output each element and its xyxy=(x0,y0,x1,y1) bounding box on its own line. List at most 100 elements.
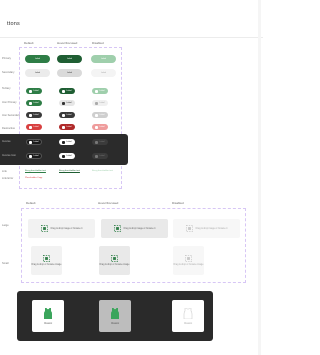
tank-top-icon xyxy=(111,307,119,319)
image-upload-icon xyxy=(113,225,121,232)
row-label-destructive: Destructive xyxy=(2,127,15,130)
plus-icon xyxy=(95,101,99,105)
link-hover[interactable]: Busy placeholder text xyxy=(59,170,80,172)
destructive-button-default[interactable]: Label xyxy=(26,124,42,130)
upload-card-small-hover[interactable]: Drag & drop or browse image xyxy=(99,246,130,275)
upload-small-text: Drag & drop or browse image xyxy=(173,263,204,266)
plus-icon xyxy=(62,113,66,117)
upload-header-disabled: Disabled xyxy=(172,201,184,205)
column-header-hover: Hover/Focused xyxy=(57,41,78,45)
inverse-icon-button-hover[interactable]: Label xyxy=(59,153,75,159)
button-label: Label xyxy=(66,114,72,116)
tank-top-icon xyxy=(183,307,193,319)
image-upload-icon xyxy=(185,225,193,232)
row-label-link-error: Link Error xyxy=(2,177,14,180)
icon-secondary-button-disabled: Label xyxy=(92,100,108,106)
icon-secondary-button-hover[interactable]: Label xyxy=(59,100,75,106)
button-label: Label xyxy=(99,126,105,128)
tile-disabled: Classic xyxy=(172,300,204,332)
tile-label: Classic xyxy=(110,321,120,325)
image-upload-icon xyxy=(185,255,192,263)
inverse-icon-button-default[interactable]: Label xyxy=(26,153,42,159)
inverse-icon-button-disabled: Label xyxy=(92,153,108,159)
icon-tertiary-button-hover[interactable]: Label xyxy=(59,112,75,118)
icon-primary-button-default[interactable]: Label xyxy=(26,88,42,94)
destructive-button-hover[interactable]: Label xyxy=(59,124,75,130)
plus-icon xyxy=(62,154,66,158)
button-label: Label xyxy=(66,126,72,128)
tile-default[interactable]: Classic xyxy=(32,300,64,332)
upload-header-default: Default xyxy=(26,201,36,205)
row-label-icon-primary: Icon Primary xyxy=(2,101,17,104)
primary-button-disabled: Label xyxy=(91,55,116,63)
tile-label: Classic xyxy=(43,321,53,325)
row-label-primary: Primary xyxy=(2,57,11,60)
icon-primary-button-hover[interactable]: Label xyxy=(59,88,75,94)
link-disabled: Busy placeholder text xyxy=(92,170,113,172)
upload-small-text: Drag & drop or browse image xyxy=(31,263,62,266)
primary-button-default[interactable]: Label xyxy=(25,55,50,63)
trash-icon xyxy=(29,125,33,129)
plus-icon xyxy=(29,89,33,93)
primary-button-hover[interactable]: Label xyxy=(57,55,82,63)
upload-card-large-hover[interactable]: Drag & drop image or browse it xyxy=(101,219,168,238)
plus-icon xyxy=(95,113,99,117)
icon-tertiary-button-disabled: Label xyxy=(92,112,108,118)
row-label-icon-secondary: Icon Secondary xyxy=(2,114,21,117)
trash-icon xyxy=(62,125,66,129)
icon-secondary-button-default[interactable]: Label xyxy=(26,100,42,106)
plus-icon xyxy=(62,140,66,144)
image-upload-icon xyxy=(43,255,50,263)
icon-tertiary-button-default[interactable]: Label xyxy=(26,112,42,118)
secondary-button-hover[interactable]: Label xyxy=(57,69,82,77)
plus-icon xyxy=(29,140,33,144)
secondary-button-disabled: Label xyxy=(91,69,116,77)
button-label: Label xyxy=(99,155,105,157)
upload-small-text: Drag & drop or browse image xyxy=(99,263,130,266)
upload-card-small-disabled: Drag & drop or browse image xyxy=(173,246,204,275)
upload-row-large: Large xyxy=(2,224,9,227)
button-label: Label xyxy=(99,141,105,143)
link-default[interactable]: Busy placeholder text xyxy=(25,170,46,172)
button-label: Label xyxy=(99,114,105,116)
tile-label: Classic xyxy=(183,321,193,325)
row-label-tertiary: Tertiary xyxy=(2,87,11,90)
upload-header-hover: Hover/Focused xyxy=(98,201,119,205)
upload-card-large-default[interactable]: Drag & drop image or browse it xyxy=(28,219,95,238)
button-label: Label xyxy=(33,90,39,92)
link-error[interactable]: Placeholder Copy xyxy=(25,177,42,179)
secondary-button-default[interactable]: Label xyxy=(25,69,50,77)
icon-primary-button-disabled: Label xyxy=(92,88,108,94)
upload-card-small-default[interactable]: Drag & drop or browse image xyxy=(31,246,62,275)
plus-icon xyxy=(29,113,33,117)
plus-icon xyxy=(95,140,99,144)
upload-large-text: Drag & drop image or browse it xyxy=(50,227,83,230)
upload-large-text: Drag & drop image or browse it xyxy=(123,227,156,230)
row-label-link: Link xyxy=(2,170,7,173)
tiles-dark-panel: Classic Classic Classic xyxy=(17,291,213,341)
upload-large-text: Drag & drop image or browse it xyxy=(195,227,228,230)
tile-hover[interactable]: Classic xyxy=(99,300,131,332)
button-label: Label xyxy=(33,114,39,116)
plus-icon xyxy=(95,89,99,93)
inverse-button-hover[interactable]: Label xyxy=(59,139,75,145)
row-label-secondary: Secondary xyxy=(2,71,15,74)
row-label-inverse-icon: Inverse Icon xyxy=(2,154,17,157)
inverse-button-default[interactable]: Label xyxy=(26,139,42,145)
button-label: Label xyxy=(66,90,72,92)
button-label: Label xyxy=(33,102,39,104)
destructive-button-disabled: Label xyxy=(92,124,108,130)
design-sheet: ttons Default Hover/Focused Disabled Pri… xyxy=(0,0,263,355)
button-label: Label xyxy=(33,126,39,128)
plus-icon xyxy=(29,101,33,105)
plus-icon xyxy=(29,154,33,158)
plus-icon xyxy=(62,89,66,93)
trash-icon xyxy=(95,125,99,129)
button-label: Label xyxy=(66,155,72,157)
button-label: Label xyxy=(33,141,39,143)
inverse-button-disabled: Label xyxy=(92,139,108,145)
scrollbar[interactable] xyxy=(258,0,261,355)
tank-top-icon xyxy=(44,307,52,319)
button-label: Label xyxy=(33,155,39,157)
image-upload-icon xyxy=(40,225,48,232)
